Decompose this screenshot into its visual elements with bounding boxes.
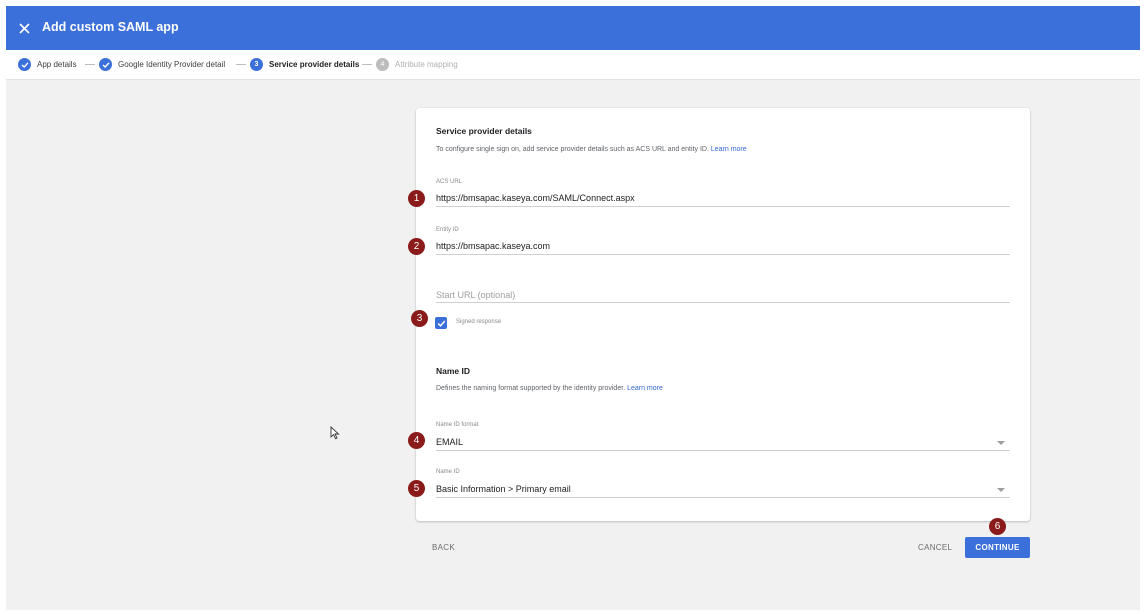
step-app-details[interactable]: App details: [18, 58, 77, 71]
checkmark-icon: [437, 319, 445, 327]
step-marker: 2: [408, 238, 425, 255]
entity-id-input[interactable]: https://bmsapac.kaseya.com: [436, 241, 550, 251]
name-id-format-underline: [436, 450, 1010, 451]
step-marker: 4: [408, 432, 425, 449]
entity-id-underline: [436, 254, 1010, 255]
step-marker: 6: [989, 518, 1006, 535]
name-id-section-description: Defines the naming format supported by t…: [436, 385, 663, 392]
signed-response-label: Signed response: [456, 319, 502, 325]
step-label: Google Identity Provider detail: [118, 60, 226, 69]
step-separator: [236, 64, 246, 65]
title-bar: Add custom SAML app: [6, 6, 1140, 50]
section-description: To configure single sign on, add service…: [436, 146, 747, 153]
acs-url-input[interactable]: https://bmsapac.kaseya.com/SAML/Connect.…: [436, 193, 635, 203]
check-icon: [99, 58, 112, 71]
back-button[interactable]: BACK: [432, 543, 455, 552]
stepper: App details Google Identity Provider det…: [6, 50, 1140, 80]
close-icon: [18, 22, 30, 34]
cancel-button[interactable]: CANCEL: [918, 543, 952, 552]
signed-response-checkbox[interactable]: [435, 317, 447, 329]
step-separator: [85, 64, 95, 65]
step-number-badge: 3: [250, 58, 263, 71]
step-service-provider-details[interactable]: 3 Service provider details: [250, 58, 359, 71]
step-attribute-mapping: 4 Attribute mapping: [376, 58, 458, 71]
chevron-down-icon[interactable]: [997, 441, 1005, 445]
step-marker: 5: [408, 480, 425, 497]
check-icon: [18, 58, 31, 71]
learn-more-link[interactable]: Learn more: [711, 146, 747, 153]
chevron-down-icon[interactable]: [997, 488, 1005, 492]
step-google-idp-details[interactable]: Google Identity Provider detail: [99, 58, 225, 71]
acs-url-underline: [436, 206, 1010, 207]
section-title: Service provider details: [436, 126, 532, 136]
entity-id-label: Entity ID: [436, 227, 459, 233]
step-label: Attribute mapping: [395, 60, 458, 69]
step-marker: 3: [411, 310, 428, 327]
start-url-underline: [436, 302, 1010, 303]
mouse-pointer-icon: [330, 426, 340, 440]
step-separator: [362, 64, 372, 65]
name-id-select[interactable]: Basic Information > Primary email: [436, 484, 571, 494]
name-id-section-title: Name ID: [436, 366, 471, 376]
service-provider-card: Service provider details To configure si…: [416, 108, 1030, 521]
page-title: Add custom SAML app: [42, 20, 179, 34]
step-label: Service provider details: [269, 60, 360, 69]
learn-more-link[interactable]: Learn more: [627, 385, 663, 392]
name-id-format-label: Name ID format: [436, 422, 479, 428]
start-url-input[interactable]: Start URL (optional): [436, 290, 515, 300]
name-id-format-select[interactable]: EMAIL: [436, 437, 463, 447]
acs-url-label: ACS URL: [436, 179, 463, 185]
step-label: App details: [37, 60, 77, 69]
step-number-badge: 4: [376, 58, 389, 71]
app-frame: Add custom SAML app App details Google I…: [6, 6, 1140, 610]
continue-button[interactable]: CONTINUE: [965, 537, 1030, 558]
close-button[interactable]: [14, 18, 34, 38]
name-id-label: Name ID: [436, 469, 460, 475]
step-marker: 1: [408, 190, 425, 207]
name-id-underline: [436, 497, 1010, 498]
